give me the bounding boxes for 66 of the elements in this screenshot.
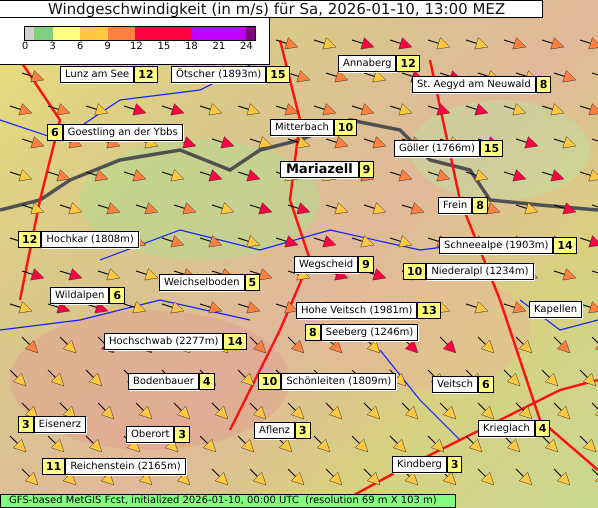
place-label: Mitterbach <box>270 119 334 136</box>
wind-speed-value: 3 <box>446 456 462 473</box>
place-label: Kindberg <box>392 456 447 473</box>
place-label: Hohe Veitsch (1981m) <box>296 302 418 319</box>
wind-speed-value: 6 <box>47 124 63 141</box>
wind-speed-value: 6 <box>109 287 125 304</box>
place-label: Krieglach <box>478 420 535 437</box>
place-label: Frein <box>438 197 472 214</box>
place-label: Kapellen <box>529 301 582 318</box>
scale-tick-label: 21 <box>212 41 222 53</box>
wind-speed-value: 8 <box>305 324 321 341</box>
place-label: Wegscheid <box>294 256 358 273</box>
place-label: Schneealpe (1903m) <box>439 237 554 254</box>
wind-speed-value: 4 <box>534 420 550 437</box>
wind-speed-value: 11 <box>42 458 66 475</box>
wind-speed-value: 8 <box>536 76 552 93</box>
wind-speed-value: 10 <box>258 373 282 390</box>
scale-tick-label: 3 <box>48 41 57 53</box>
wind-speed-value: 5 <box>244 274 260 291</box>
wind-speed-value: 12 <box>18 231 42 248</box>
place-label: Aflenz <box>254 422 295 439</box>
place-label: Oberort <box>126 426 174 443</box>
place-label: Schönleiten (1809m) <box>281 373 396 390</box>
place-label: Annaberg <box>338 55 396 72</box>
place-label: Hochschwab (2277m) <box>104 333 224 350</box>
wind-speed-value: 3 <box>174 426 190 443</box>
wind-speed-value: 12 <box>396 55 420 72</box>
wind-speed-value: 3 <box>294 422 311 439</box>
place-label: Lunz am See <box>60 66 134 83</box>
place-label: Wildalpen <box>50 287 110 304</box>
place-label: St. Aegyd am Neuwald <box>412 76 536 93</box>
wind-speed-value: 6 <box>478 376 494 393</box>
place-label: Weichselboden <box>159 274 245 291</box>
place-label: Goestling an der Ybbs <box>62 124 183 141</box>
chart-title: Windgeschwindigkeit (in m/s) für Sa, 2026-01-10, 13:00 MEZ <box>0 0 543 18</box>
footer-note: GFS-based MetGIS Fcst, initialized 2026-01-10, 00:00 UTC (resolution 69 m X 103 m) <box>0 494 456 508</box>
place-label: Eisenerz <box>34 416 86 433</box>
place-label: Seeberg (1246m) <box>320 324 418 341</box>
scale-tick-label: 9 <box>103 41 112 53</box>
wind-speed-value: 15 <box>266 66 290 83</box>
place-label: Niederalpl (1234m) <box>426 263 534 280</box>
wind-speed-value: 3 <box>18 416 34 433</box>
wind-speed-value: 12 <box>134 66 158 83</box>
place-label: Mariazell <box>280 161 359 178</box>
scale-tick-label: 6 <box>76 41 84 53</box>
scale-tick-label: 15 <box>158 41 168 53</box>
wind-speed-value: 14 <box>223 333 247 350</box>
wind-speed-value: 9 <box>358 161 374 178</box>
scale-tick-label: 24 <box>240 41 250 53</box>
place-label: Reichenstein (2165m) <box>65 458 186 475</box>
wind-speed-value: 8 <box>472 197 488 214</box>
wind-speed-value: 14 <box>553 237 577 254</box>
scale-tick-label: 12 <box>130 41 140 53</box>
scale-tick-label: 0 <box>20 41 30 53</box>
place-label: Bodenbauer <box>128 373 199 390</box>
place-label: Veitsch <box>432 376 478 393</box>
wind-speed-value: 10 <box>334 119 358 136</box>
wind-speed-value: 10 <box>403 263 426 280</box>
scale-tick-label: 18 <box>185 41 195 53</box>
wind-speed-value: 9 <box>358 256 374 273</box>
wind-speed-value: 15 <box>480 140 504 157</box>
wind-speed-value: 4 <box>198 373 215 390</box>
wind-speed-value: 13 <box>417 302 441 319</box>
place-label: Hochkar (1808m) <box>41 231 139 248</box>
place-label: Ötscher (1893m) <box>171 66 266 83</box>
place-label: Göller (1766m) <box>394 140 480 157</box>
